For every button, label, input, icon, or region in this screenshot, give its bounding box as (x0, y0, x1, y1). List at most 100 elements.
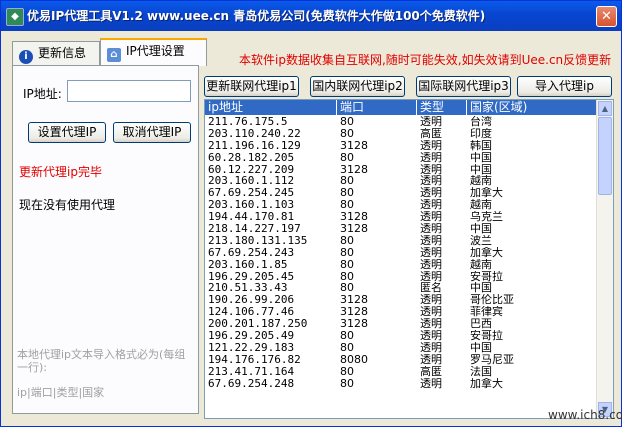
table-row[interactable]: 67.69.254.245 80 透明 加拿大 (205, 187, 597, 199)
cell-country: 越南 (470, 175, 492, 188)
cell-country: 中国 (470, 163, 492, 176)
cell-ip: 67.69.254.248 (208, 377, 295, 390)
table-row[interactable]: 203.110.240.22 80 高匿 印度 (205, 128, 597, 140)
table-row[interactable]: 124.106.77.46 3128 透明 菲律宾 (205, 306, 597, 318)
cell-ip: 190.26.99.206 (208, 294, 295, 307)
column-header-ip[interactable]: ip地址 (205, 100, 337, 115)
column-header-port[interactable]: 端口 (337, 100, 417, 115)
table-row[interactable]: 190.26.99.206 3128 透明 哥伦比亚 (205, 294, 597, 306)
tab-proxy-settings[interactable]: ⌂ IP代理设置 (100, 38, 207, 66)
table-row[interactable]: 67.69.254.248 80 透明 加拿大 (205, 378, 597, 390)
cell-country: 印度 (470, 127, 492, 140)
cell-ip: 60.28.182.205 (208, 151, 295, 164)
cell-ip: 194.176.176.82 (208, 353, 301, 366)
cell-port: 3128 (340, 294, 368, 307)
cell-country: 哥伦比亚 (470, 294, 514, 307)
cell-port: 3128 (340, 223, 368, 235)
cell-port: 80 (340, 341, 354, 354)
set-proxy-button[interactable]: 设置代理IP (28, 122, 106, 143)
cell-country: 加拿大 (470, 246, 503, 259)
cell-type: 透明 (420, 211, 442, 224)
table-row[interactable]: 203.160.1.85 80 透明 越南 (205, 259, 597, 271)
cell-ip: 213.180.131.135 (208, 234, 308, 247)
tab-update-info[interactable]: i 更新信息 (12, 41, 100, 65)
table-row[interactable]: 194.176.176.82 8080 透明 罗马尼亚 (205, 354, 597, 366)
table-row[interactable]: 121.22.29.183 80 透明 中国 (205, 342, 597, 354)
cell-port: 80 (340, 330, 354, 342)
title-bar[interactable]: ◆ 优易IP代理工具V1.2 www.uee.cn 青岛优易公司(免费软件大作做… (1, 1, 621, 31)
cell-country: 越南 (470, 199, 492, 212)
app-icon: ◆ (6, 8, 24, 26)
international-proxy-button[interactable]: 国际联网代理ip3 (416, 76, 511, 97)
cell-country: 中国 (470, 223, 492, 235)
table-row[interactable]: 67.69.254.243 80 透明 加拿大 (205, 247, 597, 259)
window-title: 优易IP代理工具V1.2 www.uee.cn 青岛优易公司(免费软件大作做10… (27, 9, 486, 23)
cell-ip: 211.76.175.5 (208, 116, 288, 128)
info-icon: i (19, 50, 33, 64)
cell-type: 匿名 (420, 282, 442, 295)
table-row[interactable]: 213.180.131.135 80 透明 波兰 (205, 235, 597, 247)
scroll-up-icon[interactable]: ▲ (598, 101, 612, 116)
table-row[interactable]: 196.29.205.49 80 透明 安哥拉 (205, 330, 597, 342)
proxy-icon: ⌂ (107, 48, 121, 62)
table-row[interactable]: 60.12.227.209 3128 透明 中国 (205, 164, 597, 176)
table-row[interactable]: 194.44.170.81 3128 透明 乌克兰 (205, 211, 597, 223)
notice-text: 本软件ip数据收集自互联网,随时可能失效,如失效请到Uee.cn反馈更新 (239, 53, 612, 67)
table-row[interactable]: 203.160.1.103 80 透明 越南 (205, 199, 597, 211)
app-window: ◆ 优易IP代理工具V1.2 www.uee.cn 青岛优易公司(免费软件大作做… (0, 0, 622, 427)
table-row[interactable]: 203.160.1.112 80 透明 越南 (205, 175, 597, 187)
table-row[interactable]: 211.196.16.129 3128 透明 韩国 (205, 140, 597, 152)
column-header-country[interactable]: 国家(区域) (467, 100, 597, 115)
cell-country: 安哥拉 (470, 270, 503, 283)
table-row[interactable]: 196.29.205.45 80 透明 安哥拉 (205, 271, 597, 283)
vertical-scrollbar[interactable]: ▲ ▼ (596, 100, 613, 418)
column-header-type[interactable]: 类型 (417, 100, 467, 115)
cell-type: 透明 (420, 234, 442, 247)
import-format-example: ip|端口|类型|国家 (17, 386, 105, 399)
cell-ip: 200.201.187.250 (208, 318, 308, 331)
cell-port: 80 (340, 151, 354, 164)
cell-port: 8080 (340, 353, 368, 366)
cell-port: 80 (340, 234, 354, 247)
close-button[interactable]: ✕ (596, 6, 617, 27)
cell-ip: 203.160.1.103 (208, 199, 295, 212)
proxy-list-grid[interactable]: ip地址 端口 类型 国家(区域) 211.76.175.5 80 透明 台湾 203.… (204, 99, 614, 419)
domestic-proxy-button[interactable]: 国内联网代理ip2 (310, 76, 405, 97)
cell-ip: 60.12.227.209 (208, 163, 295, 176)
ip-address-input[interactable] (67, 80, 191, 102)
cancel-proxy-button[interactable]: 取消代理IP (113, 122, 191, 143)
cell-ip: 203.160.1.112 (208, 175, 295, 188)
watermark: www.ich8.com (548, 408, 622, 422)
update-status-text: 更新代理ip完毕 (19, 165, 102, 179)
cell-port: 80 (340, 258, 354, 271)
table-row[interactable]: 218.14.227.197 3128 透明 中国 (205, 223, 597, 235)
cell-type: 透明 (420, 223, 442, 235)
cell-port: 80 (340, 377, 354, 390)
update-proxy-button[interactable]: 更新联网代理ip1 (204, 76, 299, 97)
cell-type: 透明 (420, 330, 442, 342)
table-row[interactable]: 60.28.182.205 80 透明 中国 (205, 152, 597, 164)
cell-type: 透明 (420, 199, 442, 212)
tab-label: 更新信息 (38, 46, 87, 60)
cell-country: 越南 (470, 258, 492, 271)
cell-country: 中国 (470, 151, 492, 164)
cell-country: 波兰 (470, 234, 492, 247)
table-row[interactable]: 210.51.33.43 80 匿名 中国 (205, 282, 597, 294)
table-row[interactable]: 213.41.71.164 80 高匿 法国 (205, 366, 597, 378)
cell-country: 加拿大 (470, 377, 503, 390)
table-row[interactable]: 211.76.175.5 80 透明 台湾 (205, 116, 597, 128)
cell-country: 中国 (470, 341, 492, 354)
table-row[interactable]: 200.201.187.250 3128 透明 巴西 (205, 318, 597, 330)
cell-country: 台湾 (470, 116, 492, 128)
cell-ip: 210.51.33.43 (208, 282, 288, 295)
import-proxy-button[interactable]: 导入代理ip (517, 76, 612, 97)
proxy-settings-panel: IP地址: 设置代理IP 取消代理IP 更新代理ip完毕 现在没有使用代理 本地… (12, 65, 199, 414)
cell-country: 菲律宾 (470, 306, 503, 319)
cell-port: 3128 (340, 211, 368, 224)
import-format-hint: 本地代理ip文本导入格式必为(每组一行): (17, 348, 186, 374)
cell-type: 透明 (420, 116, 442, 128)
cell-type: 透明 (420, 175, 442, 188)
cell-port: 80 (340, 127, 354, 140)
cell-ip: 196.29.205.49 (208, 330, 295, 342)
scroll-thumb[interactable] (598, 117, 612, 195)
